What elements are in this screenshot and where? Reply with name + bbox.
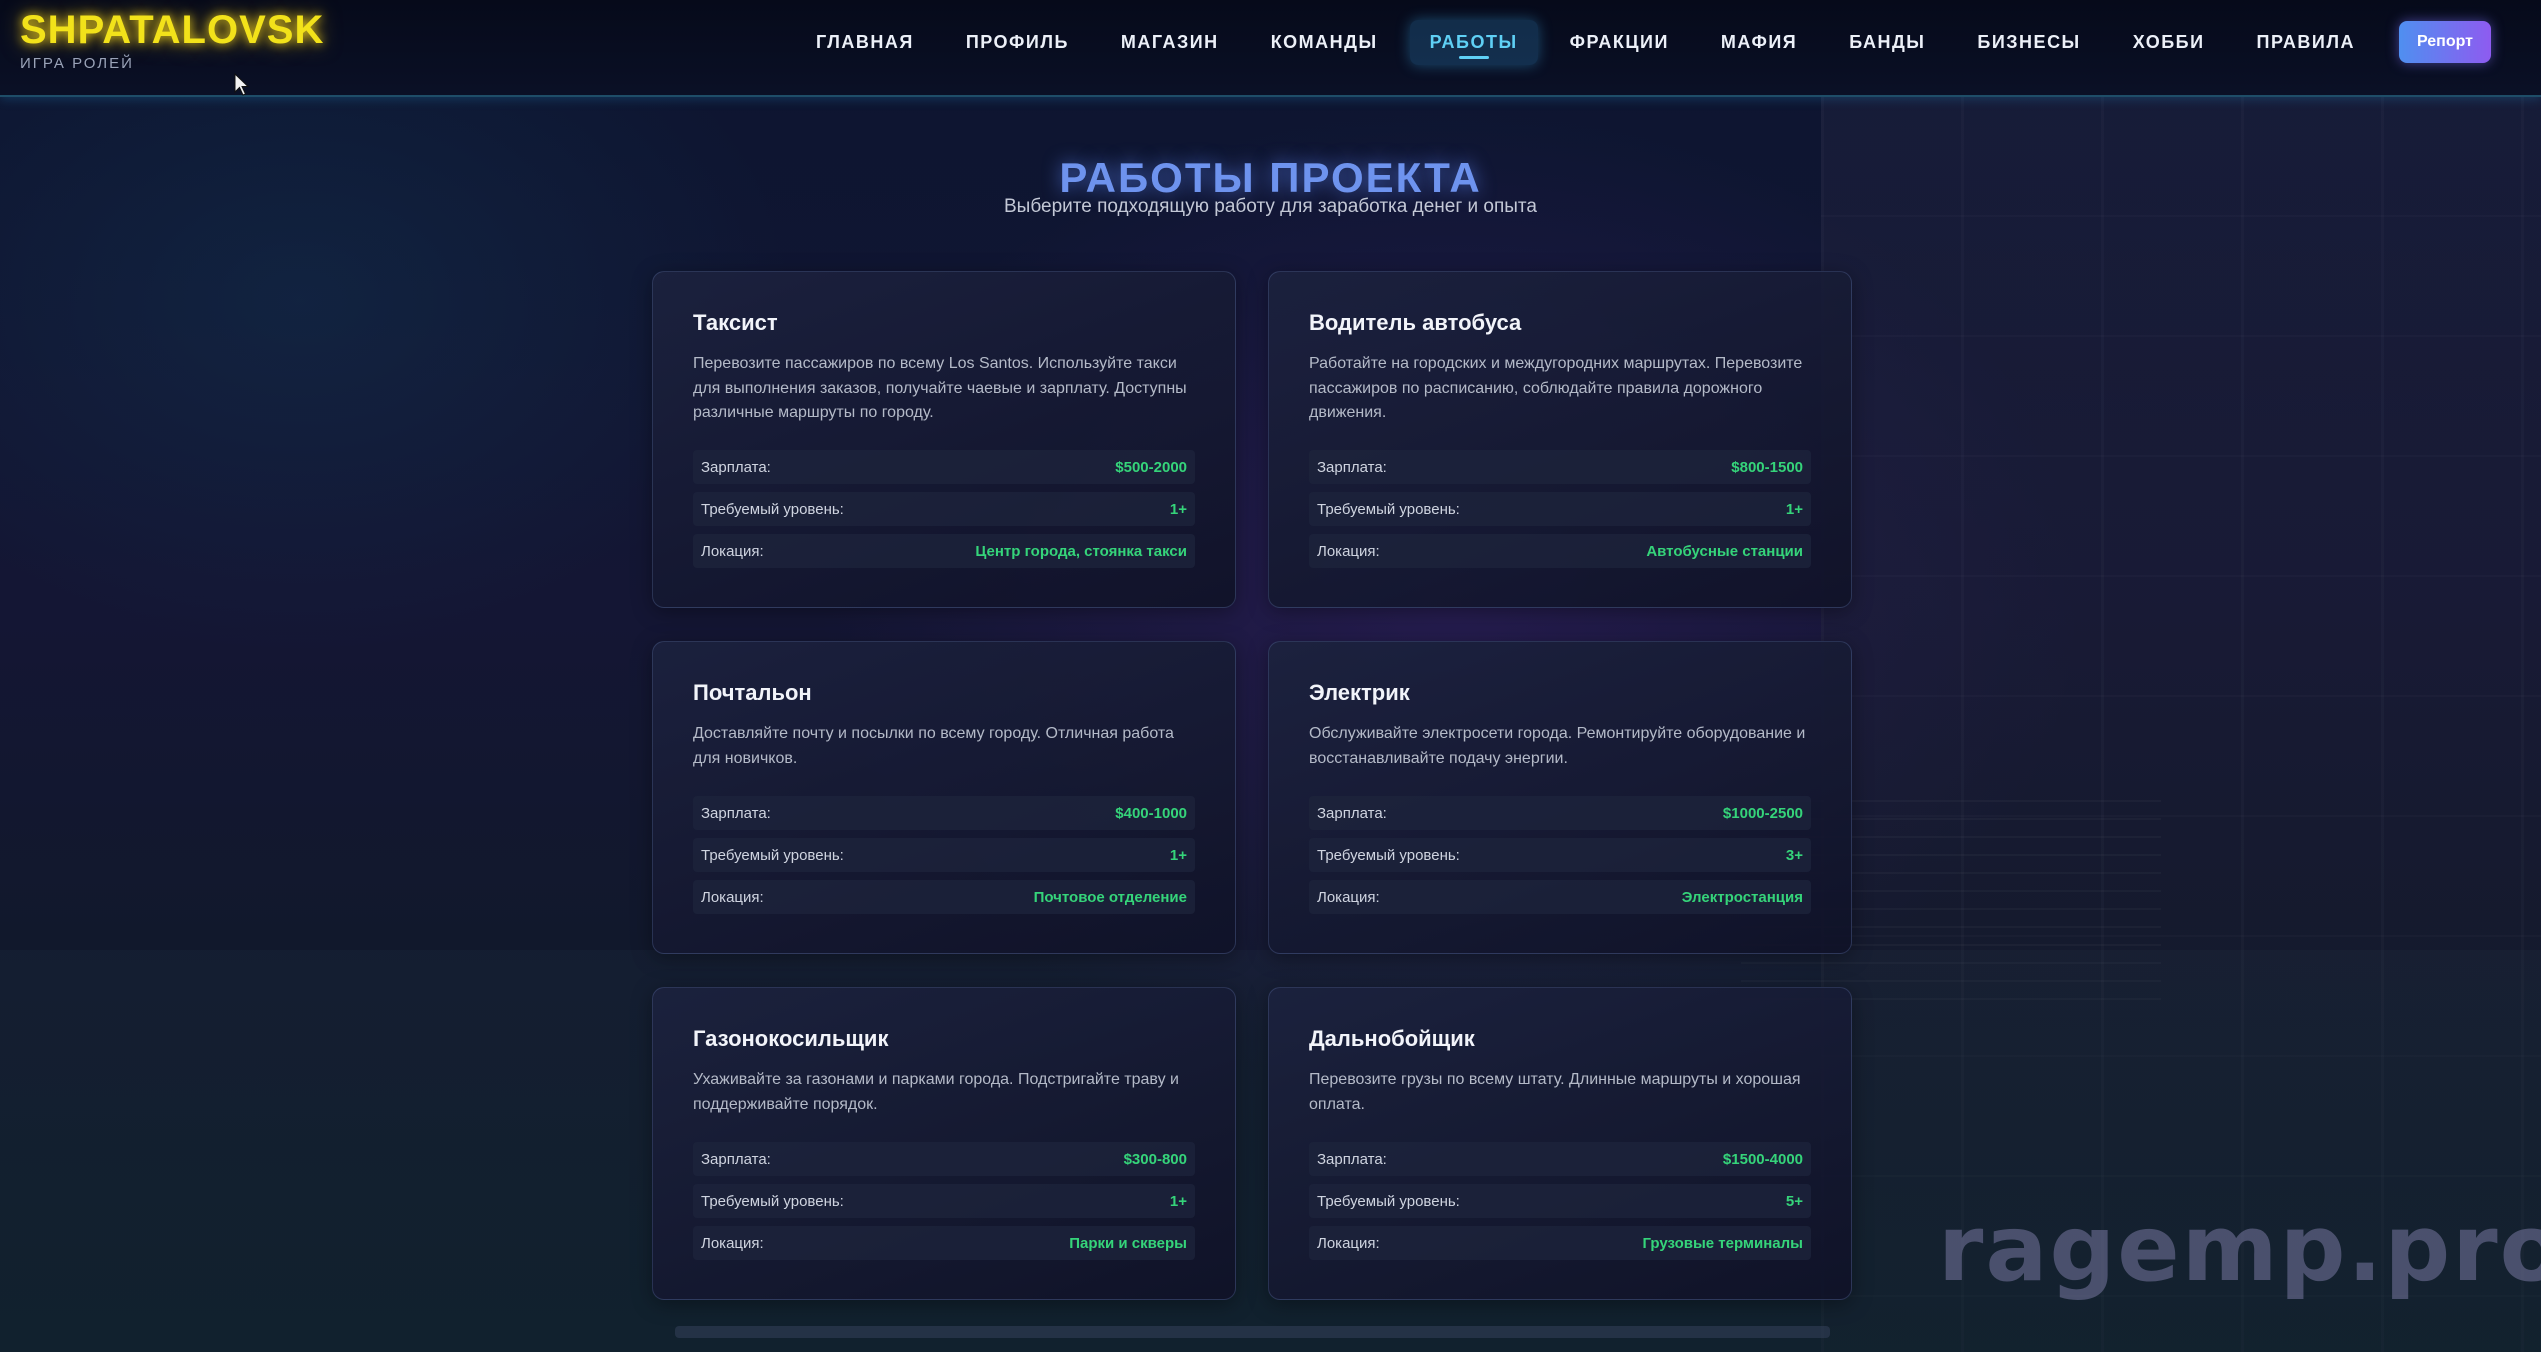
stat-salary: Зарплата: $1500-4000 [1309, 1142, 1811, 1176]
site-logo[interactable]: SHPATALOVSK ИГРА РОЛЕЙ [20, 8, 324, 72]
stat-value: $300-800 [1123, 1150, 1187, 1168]
stat-value: 1+ [1785, 500, 1803, 518]
stat-label: Зарплата: [1317, 458, 1387, 476]
stat-value: $1500-4000 [1722, 1150, 1803, 1168]
stat-label: Локация: [701, 542, 764, 560]
job-stats: Зарплата: $1000-2500 Требуемый уровень: 3+… [1309, 796, 1811, 922]
stat-label: Зарплата: [701, 1150, 771, 1168]
stat-location: Локация: Центр города, стоянка такси [693, 534, 1195, 568]
stat-level: Требуемый уровень: 3+ [1309, 838, 1811, 872]
nav-item-hobbies[interactable]: ХОББИ [2113, 20, 2225, 65]
stat-label: Локация: [701, 888, 764, 906]
stat-value: $500-2000 [1115, 458, 1187, 476]
stat-salary: Зарплата: $400-1000 [693, 796, 1195, 830]
stat-value: 3+ [1785, 846, 1803, 864]
job-title: Дальнобойщик [1309, 1026, 1475, 1051]
main-nav: ГЛАВНАЯ ПРОФИЛЬ МАГАЗИН КОМАНДЫ РАБОТЫ Ф… [790, 18, 2491, 66]
job-card-trucker[interactable]: Дальнобойщик Перевозите грузы по всему ш… [1268, 987, 1852, 1300]
stat-label: Требуемый уровень: [1317, 846, 1460, 864]
stat-label: Требуемый уровень: [1317, 500, 1460, 518]
stat-location: Локация: Парки и скверы [693, 1226, 1195, 1260]
stat-level: Требуемый уровень: 1+ [693, 1184, 1195, 1218]
stat-label: Зарплата: [1317, 804, 1387, 822]
logo-subtitle: ИГРА РОЛЕЙ [20, 55, 134, 72]
stat-value: Электростанция [1681, 888, 1803, 906]
stat-location: Локация: Электростанция [1309, 880, 1811, 914]
stat-level: Требуемый уровень: 5+ [1309, 1184, 1811, 1218]
stat-value: Центр города, стоянка такси [975, 542, 1187, 560]
stat-location: Локация: Автобусные станции [1309, 534, 1811, 568]
nav-item-rules[interactable]: ПРАВИЛА [2237, 20, 2375, 65]
stat-salary: Зарплата: $300-800 [693, 1142, 1195, 1176]
job-card-electrician[interactable]: Электрик Обслуживайте электросети города… [1268, 641, 1852, 954]
job-title: Газонокосильщик [693, 1026, 889, 1051]
stat-value: $1000-2500 [1722, 804, 1803, 822]
job-stats: Зарплата: $800-1500 Требуемый уровень: 1+ … [1309, 450, 1811, 576]
stat-value: $400-1000 [1115, 804, 1187, 822]
nav-item-factions[interactable]: ФРАКЦИИ [1550, 20, 1689, 65]
job-stats: Зарплата: $400-1000 Требуемый уровень: 1+ … [693, 796, 1195, 922]
job-card-taxi[interactable]: Таксист Перевозите пассажиров по всему L… [652, 271, 1236, 608]
job-title: Таксист [693, 310, 778, 335]
job-description: Обслуживайте электросети города. Ремонти… [1309, 725, 1806, 767]
nav-item-jobs[interactable]: РАБОТЫ [1409, 19, 1538, 65]
stat-salary: Зарплата: $800-1500 [1309, 450, 1811, 484]
job-stats: Зарплата: $300-800 Требуемый уровень: 1+ Л… [693, 1142, 1195, 1268]
top-navbar: SHPATALOVSK ИГРА РОЛЕЙ ГЛАВНАЯ ПРОФИЛЬ М… [0, 0, 2541, 97]
stat-salary: Зарплата: $1000-2500 [1309, 796, 1811, 830]
stat-label: Локация: [1317, 888, 1380, 906]
stat-value: Грузовые терминалы [1642, 1234, 1803, 1252]
logo-title: SHPATALOVSK [20, 8, 325, 52]
stat-label: Требуемый уровень: [1317, 1192, 1460, 1210]
job-description: Перевозите грузы по всему штату. Длинные… [1309, 1071, 1801, 1113]
stat-value: Автобусные станции [1646, 542, 1803, 560]
stat-value: $800-1500 [1731, 458, 1803, 476]
nav-item-teams[interactable]: КОМАНДЫ [1251, 20, 1398, 65]
stat-label: Локация: [1317, 1234, 1380, 1252]
nav-item-mafia[interactable]: МАФИЯ [1701, 20, 1817, 65]
stat-value: 1+ [1169, 1192, 1187, 1210]
stat-value: Почтовое отделение [1033, 888, 1187, 906]
nav-item-home[interactable]: ГЛАВНАЯ [796, 20, 934, 65]
job-description: Доставляйте почту и посылки по всему гор… [693, 725, 1174, 767]
stat-value: 5+ [1785, 1192, 1803, 1210]
stat-level: Требуемый уровень: 1+ [693, 492, 1195, 526]
stat-level: Требуемый уровень: 1+ [1309, 492, 1811, 526]
job-card-postman[interactable]: Почтальон Доставляйте почту и посылки по… [652, 641, 1236, 954]
stat-value: 1+ [1169, 846, 1187, 864]
report-button[interactable]: Репорт [2398, 21, 2491, 63]
stat-label: Требуемый уровень: [701, 846, 844, 864]
job-description: Перевозите пассажиров по всему Los Santo… [693, 355, 1187, 421]
job-title: Почтальон [693, 680, 812, 705]
job-card-lawnmower[interactable]: Газонокосильщик Ухаживайте за газонами и… [652, 987, 1236, 1300]
page-subtitle: Выберите подходящую работу для заработка… [1004, 196, 1537, 217]
job-description: Работайте на городских и междугородних м… [1309, 355, 1803, 421]
job-description: Ухаживайте за газонами и парками города.… [693, 1071, 1179, 1113]
job-title: Водитель автобуса [1309, 310, 1522, 335]
stat-label: Зарплата: [701, 804, 771, 822]
stat-label: Локация: [1317, 542, 1380, 560]
nav-item-shop[interactable]: МАГАЗИН [1101, 20, 1239, 65]
nav-item-profile[interactable]: ПРОФИЛЬ [946, 20, 1089, 65]
next-section-edge [675, 1326, 1830, 1338]
job-card-bus-driver[interactable]: Водитель автобуса Работайте на городских… [1268, 271, 1852, 608]
stat-location: Локация: Почтовое отделение [693, 880, 1195, 914]
stat-value: 1+ [1169, 500, 1187, 518]
stat-label: Зарплата: [701, 458, 771, 476]
stat-label: Требуемый уровень: [701, 1192, 844, 1210]
nav-item-gangs[interactable]: БАНДЫ [1829, 20, 1945, 65]
stat-label: Зарплата: [1317, 1150, 1387, 1168]
stat-label: Требуемый уровень: [701, 500, 844, 518]
nav-item-businesses[interactable]: БИЗНЕСЫ [1957, 20, 2100, 65]
stat-value: Парки и скверы [1069, 1234, 1187, 1252]
stat-salary: Зарплата: $500-2000 [693, 450, 1195, 484]
stat-level: Требуемый уровень: 1+ [693, 838, 1195, 872]
job-stats: Зарплата: $500-2000 Требуемый уровень: 1+ … [693, 450, 1195, 576]
job-stats: Зарплата: $1500-4000 Требуемый уровень: 5+… [1309, 1142, 1811, 1268]
job-title: Электрик [1309, 680, 1410, 705]
watermark: ragemp.pro [1938, 1195, 2541, 1302]
stat-label: Локация: [701, 1234, 764, 1252]
stat-location: Локация: Грузовые терминалы [1309, 1226, 1811, 1260]
page-title: РАБОТЫ ПРОЕКТА [1059, 154, 1482, 202]
